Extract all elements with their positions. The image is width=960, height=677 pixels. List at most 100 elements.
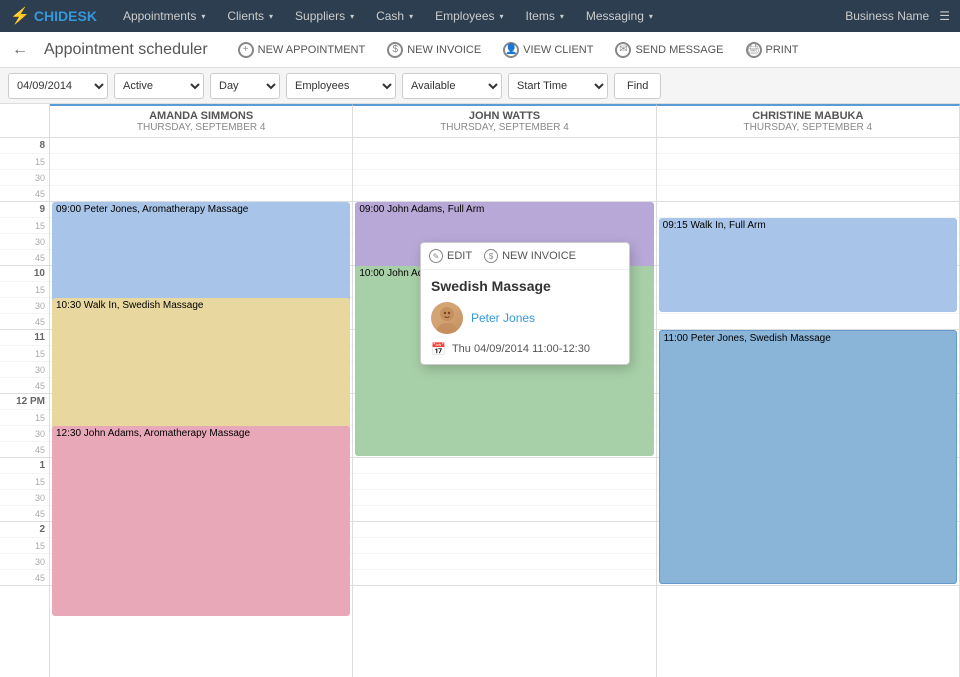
calendar-slot: [353, 138, 655, 154]
nav-right: Business Name ☰: [845, 9, 950, 23]
calendar-slot: [353, 522, 655, 538]
status-filter[interactable]: Active: [114, 73, 204, 99]
print-icon: 🖨: [746, 42, 762, 58]
top-navigation: ⚡ CHIDESK Appointments ▾ Clients ▾ Suppl…: [0, 0, 960, 32]
nav-messaging[interactable]: Messaging ▾: [576, 0, 663, 32]
column-christine: 09:15 Walk In, Full Arm 11:00 Peter Jones…: [657, 138, 960, 677]
time-slot: 30: [0, 554, 49, 570]
calendar-slot: [353, 186, 655, 202]
time-slot: 45: [0, 442, 49, 458]
appointment-popup: ✎ EDIT $ NEW INVOICE Swedish Massage: [420, 242, 630, 365]
edit-icon: ✎: [429, 249, 443, 263]
chevron-down-icon: ▾: [649, 12, 653, 21]
chevron-down-icon: ▾: [409, 12, 413, 21]
time-slot: 15: [0, 218, 49, 234]
send-message-button[interactable]: ✉ SEND MESSAGE: [609, 39, 729, 61]
calendar-slot: [657, 314, 959, 330]
view-filter[interactable]: Day: [210, 73, 280, 99]
avatar: [431, 302, 463, 334]
time-gutter-header: [0, 104, 50, 137]
time-slot: 11: [0, 330, 49, 346]
menu-icon[interactable]: ☰: [939, 9, 950, 23]
time-slot: 45: [0, 186, 49, 202]
datetime-text: Thu 04/09/2014 11:00-12:30: [452, 343, 590, 355]
calendar-slot: [353, 474, 655, 490]
nav-items[interactable]: Items ▾: [516, 0, 574, 32]
calendar-slot: [353, 170, 655, 186]
calendar-slot: [353, 570, 655, 586]
print-button[interactable]: 🖨 PRINT: [740, 39, 805, 61]
popup-service-title: Swedish Massage: [431, 278, 619, 294]
avatar-image: [431, 302, 463, 334]
invoice-icon: $: [484, 249, 498, 263]
logo[interactable]: ⚡ CHIDESK: [10, 6, 97, 26]
time-column: 81530459153045101530451115304512 PM15304…: [0, 138, 50, 677]
time-slot: 45: [0, 250, 49, 266]
back-button[interactable]: ←: [12, 41, 28, 59]
calendar-slot: [50, 154, 352, 170]
time-slot: 2: [0, 522, 49, 538]
availability-filter[interactable]: Available: [402, 73, 502, 99]
appointment[interactable]: 11:00 Peter Jones, Swedish Massage: [659, 330, 957, 584]
time-slot: 12 PM: [0, 394, 49, 410]
client-name[interactable]: Peter Jones: [471, 311, 535, 325]
column-header-christine: CHRISTINE MABUKA THURSDAY, SEPTEMBER 4: [657, 104, 960, 137]
page-title: Appointment scheduler: [44, 41, 208, 59]
appointment[interactable]: 12:30 John Adams, Aromatherapy Massage: [52, 426, 350, 616]
logo-text: CHIDESK: [34, 8, 97, 24]
time-slot: 1: [0, 458, 49, 474]
employee-filter[interactable]: Employees: [286, 73, 396, 99]
nav-cash[interactable]: Cash ▾: [366, 0, 423, 32]
time-slot: 9: [0, 202, 49, 218]
date-filter[interactable]: 04/09/2014: [8, 73, 108, 99]
person-icon: 👤: [503, 42, 519, 58]
chevron-down-icon: ▾: [500, 12, 504, 21]
calendar-slot: [353, 154, 655, 170]
view-client-button[interactable]: 👤 VIEW CLIENT: [497, 39, 599, 61]
popup-client: Peter Jones: [431, 302, 619, 334]
time-slot: 10: [0, 266, 49, 282]
calendar-slot: [353, 554, 655, 570]
calendar-body: 81530459153045101530451115304512 PM15304…: [0, 138, 960, 677]
filter-bar: 04/09/2014 Active Day Employees Availabl…: [0, 68, 960, 104]
popup-datetime: 📅 Thu 04/09/2014 11:00-12:30: [431, 342, 619, 356]
chevron-down-icon: ▾: [201, 12, 205, 21]
calendar-columns: 09:00 Peter Jones, Aromatherapy Massage1…: [50, 138, 960, 677]
new-invoice-popup-button[interactable]: $ NEW INVOICE: [484, 249, 576, 263]
time-slot: 30: [0, 426, 49, 442]
calendar-container: AMANDA SIMMONS THURSDAY, SEPTEMBER 4 JOH…: [0, 104, 960, 677]
time-slot: 30: [0, 298, 49, 314]
popup-body: Swedish Massage Peter Jones 📅 Thu 04: [421, 270, 629, 364]
time-slot: 45: [0, 314, 49, 330]
nav-clients[interactable]: Clients ▾: [217, 0, 283, 32]
calendar-slot: [657, 154, 959, 170]
find-button[interactable]: Find: [614, 73, 661, 99]
time-slot: 15: [0, 410, 49, 426]
new-invoice-button[interactable]: $ NEW INVOICE: [381, 39, 487, 61]
time-slot: 30: [0, 234, 49, 250]
calendar-slot: [353, 458, 655, 474]
calendar-slot: [50, 170, 352, 186]
chevron-down-icon: ▾: [269, 12, 273, 21]
time-slot: 45: [0, 506, 49, 522]
time-slot: 30: [0, 362, 49, 378]
column-header-amanda: AMANDA SIMMONS THURSDAY, SEPTEMBER 4: [50, 104, 353, 137]
calendar-slot: [353, 506, 655, 522]
appointment[interactable]: 09:15 Walk In, Full Arm: [659, 218, 957, 312]
start-time-filter[interactable]: Start Time: [508, 73, 608, 99]
time-slot: 15: [0, 538, 49, 554]
nav-appointments[interactable]: Appointments ▾: [113, 0, 215, 32]
new-appointment-button[interactable]: + NEW APPOINTMENT: [232, 39, 372, 61]
calendar-slot: [353, 538, 655, 554]
nav-suppliers[interactable]: Suppliers ▾: [285, 0, 364, 32]
column-john: 09:00 John Adams, Full Arm10:00 John Ada…: [353, 138, 656, 677]
calendar-slot: [353, 490, 655, 506]
time-slot: 15: [0, 474, 49, 490]
time-slot: 45: [0, 378, 49, 394]
chevron-down-icon: ▾: [560, 12, 564, 21]
nav-employees[interactable]: Employees ▾: [425, 0, 513, 32]
edit-button[interactable]: ✎ EDIT: [429, 249, 472, 263]
time-slot: 15: [0, 154, 49, 170]
calendar-header: AMANDA SIMMONS THURSDAY, SEPTEMBER 4 JOH…: [0, 104, 960, 138]
chevron-down-icon: ▾: [350, 12, 354, 21]
